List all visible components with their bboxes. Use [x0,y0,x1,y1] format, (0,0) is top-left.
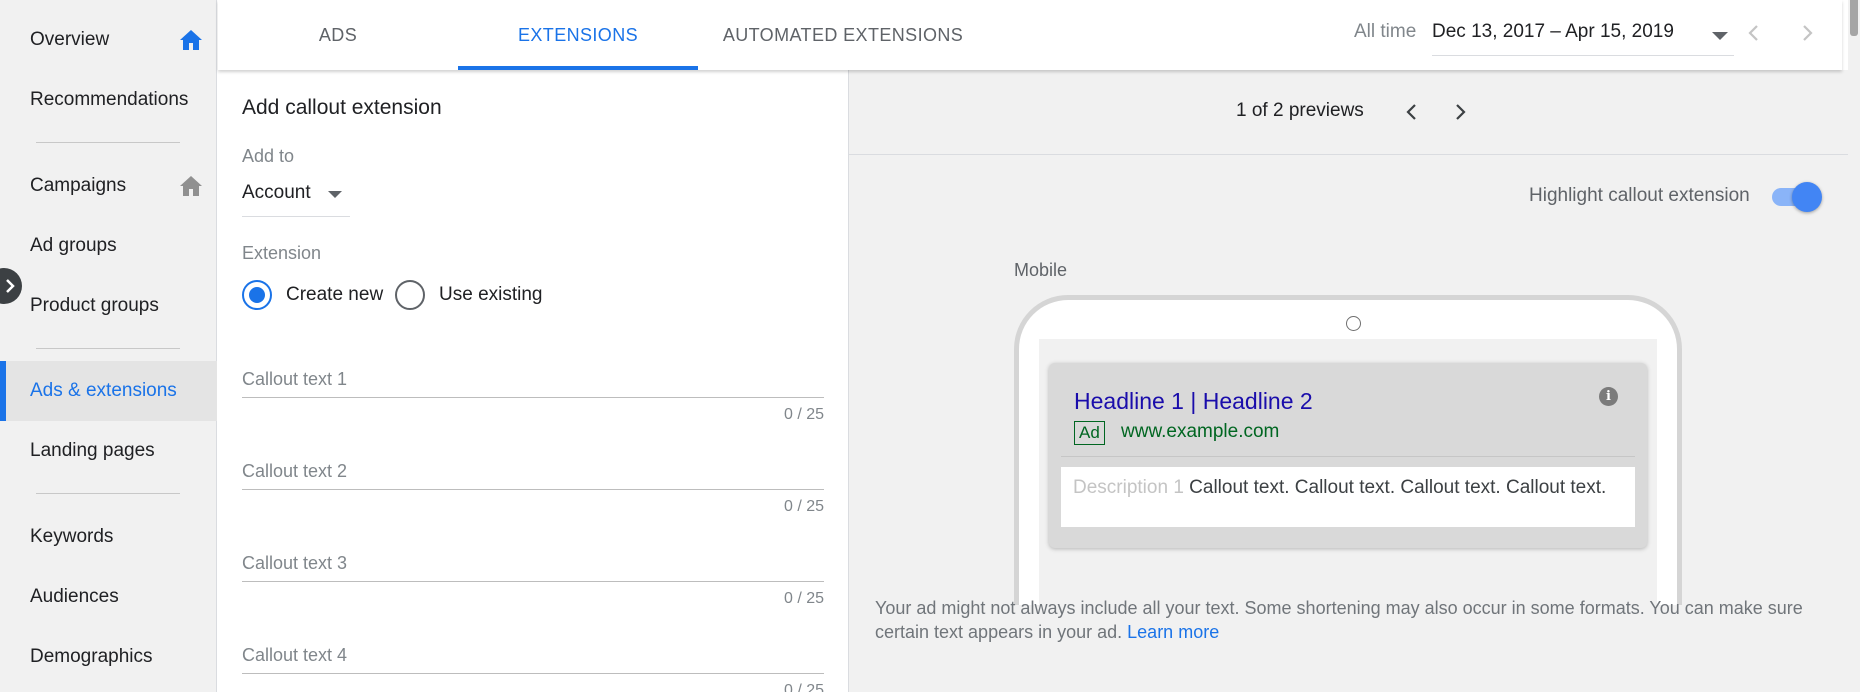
sidebar-item-label: Ads & extensions [30,380,177,401]
sidebar-item-landing-pages[interactable]: Landing pages [0,426,217,476]
sidebar-item-ad-groups[interactable]: Ad groups [0,221,217,271]
learn-more-link[interactable]: Learn more [1127,622,1219,642]
extension-label: Extension [242,243,322,263]
previous-preview-icon[interactable] [1397,97,1427,127]
ad-display-url: www.example.com [1121,421,1280,442]
ad-divider [1061,456,1635,457]
callout-field-2: 0 / 25 [242,448,824,515]
toggle-knob [1792,182,1822,212]
add-to-select[interactable]: Account [242,182,350,217]
info-icon[interactable]: i [1599,387,1618,406]
ad-headline[interactable]: Headline 1 | Headline 2 [1074,388,1313,415]
callout-preview-text: Callout text. Callout text. Callout text… [1189,477,1607,498]
preview-disclaimer: Your ad might not always include all you… [875,596,1815,644]
tab-extensions[interactable]: EXTENSIONS [458,0,698,70]
home-icon [180,30,202,50]
next-period-icon[interactable] [1792,18,1822,48]
callout-field-3: 0 / 25 [242,540,824,607]
sidebar-item-label: Audiences [30,586,119,607]
sidebar-item-keywords[interactable]: Keywords [0,512,217,562]
sidebar-item-label: Product groups [30,295,159,316]
sidebar-item-label: Overview [30,29,110,50]
description-placeholder: Description 1 [1073,477,1184,498]
scrollbar-thumb[interactable] [1850,0,1858,36]
sidebar-item-label: Keywords [30,526,114,547]
char-counter: 0 / 25 [783,498,824,515]
ad-card: Headline 1 | Headline 2 i Ad www.example… [1049,363,1647,548]
disclaimer-text: Your ad might not always include all you… [875,598,1803,642]
ad-preview-panel: 1 of 2 previews Highlight callout extens… [848,70,1849,692]
radio-label: Create new [286,284,384,305]
previous-period-icon[interactable] [1739,18,1769,48]
add-to-value: Account [242,182,311,203]
phone-frame: Headline 1 | Headline 2 i Ad www.example… [1014,295,1682,605]
radio-checked-icon [242,280,272,310]
camera-icon [1346,316,1361,331]
dropdown-arrow-icon [328,191,342,198]
sidebar-item-campaigns[interactable]: Campaigns [0,161,217,211]
add-to-label: Add to [242,146,295,166]
next-preview-icon[interactable] [1445,97,1475,127]
char-counter: 0 / 25 [783,682,824,692]
tab-automated-extensions[interactable]: AUTOMATED EXTENSIONS [698,0,988,70]
highlight-callout-toggle[interactable] [1770,182,1822,212]
radio-use-existing[interactable]: Use existing [395,280,543,310]
sidebar-item-label: Recommendations [30,89,189,110]
tab-label: AUTOMATED EXTENSIONS [722,24,964,45]
radio-label: Use existing [439,284,543,305]
form-title: Add callout extension [242,96,442,119]
char-counter: 0 / 25 [783,590,824,607]
ad-badge: Ad [1074,421,1105,445]
char-counter: 0 / 25 [783,406,824,423]
tab-label: ADS [318,24,358,45]
sidebar-item-label: Campaigns [30,175,127,196]
sidebar-item-label: Demographics [30,646,153,667]
date-range-select[interactable]: Dec 13, 2017 – Apr 15, 2019 [1432,10,1734,56]
sidebar-item-demographics[interactable]: Demographics [0,632,217,682]
app-root: Overview Recommendations Campaigns Ad gr… [0,0,1860,692]
date-range-value: Dec 13, 2017 – Apr 15, 2019 [1432,21,1674,42]
callout-text-input[interactable] [242,356,824,398]
page-scrollbar[interactable] [1848,0,1860,692]
callout-text-input[interactable] [242,632,824,674]
sidebar: Overview Recommendations Campaigns Ad gr… [0,0,217,692]
sidebar-divider [36,142,180,143]
callout-text-input[interactable] [242,540,824,582]
date-range-label: All time [1354,21,1417,42]
sidebar-item-ads-extensions[interactable]: Ads & extensions [0,361,217,421]
sidebar-item-recommendations[interactable]: Recommendations [0,75,217,125]
radio-create-new[interactable]: Create new [242,280,383,310]
callout-field-1: 0 / 25 [242,356,824,423]
sidebar-item-label: Landing pages [30,440,155,461]
callout-field-4: 0 / 25 [242,632,824,692]
sidebar-divider [36,493,180,494]
preview-header: 1 of 2 previews [849,70,1849,155]
sidebar-item-audiences[interactable]: Audiences [0,572,217,622]
phone-screen: Headline 1 | Headline 2 i Ad www.example… [1039,339,1657,605]
home-icon [180,176,202,196]
radio-unchecked-icon [395,280,425,310]
tab-ads[interactable]: ADS [218,0,458,70]
preview-count: 1 of 2 previews [1236,100,1364,121]
tab-label: EXTENSIONS [517,24,639,45]
dropdown-arrow-icon [1712,32,1728,40]
sidebar-item-label: Ad groups [30,235,117,256]
sidebar-item-overview[interactable]: Overview [0,15,217,65]
sidebar-divider [36,348,180,349]
ad-description: Description 1 Callout text. Callout text… [1061,467,1635,527]
highlight-toggle-label: Highlight callout extension [1529,185,1750,206]
chevron-right-icon [6,279,15,293]
tab-bar: ADS EXTENSIONS AUTOMATED EXTENSIONS All … [218,0,1842,70]
callout-text-input[interactable] [242,448,824,490]
callout-form: Add callout extension Add to Account Ext… [218,70,848,692]
sidebar-item-product-groups[interactable]: Product groups [0,281,217,331]
device-label: Mobile [1014,260,1068,280]
